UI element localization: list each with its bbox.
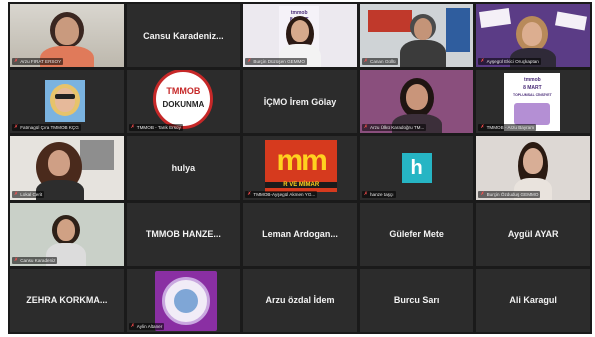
participant-display-name: Ali Karagul [509, 295, 557, 306]
participant-name-label: ✗ TMMOB-Ayşegül Akmen YG... [245, 190, 318, 198]
muted-mic-icon: ✗ [14, 256, 19, 263]
organization-seal-icon [154, 270, 217, 331]
participant-tile-gulefer-mete[interactable]: Gülefer Mete [359, 202, 474, 266]
participant-tile-fatmagul-cira[interactable]: ✗ Fatmagül Çıra TMMOB KÇG [10, 70, 124, 134]
muted-mic-icon: ✗ [480, 124, 485, 131]
tmmob-logo-icon: TMMOB DOKUNMA [153, 70, 214, 130]
poster-text: tmmob [524, 77, 541, 84]
participant-tile-burcu-sari[interactable]: Burcu Sarı [359, 268, 474, 332]
participant-display-name: Burcu Sarı [393, 295, 440, 306]
zoom-gallery-window: ✗ Arzu FIRAT ERSOY Cansu Karadeniz... tmm… [0, 0, 595, 337]
participant-tile-leman-ardogan[interactable]: Leman Ardogan... [243, 202, 357, 266]
muted-mic-icon: ✗ [130, 124, 135, 131]
participant-tile-icmo-irem-golay[interactable]: İÇMO İrem Gölay [243, 70, 357, 134]
participant-tile-zehra-korkmaz[interactable]: ZEHRA KORKMA... [10, 268, 124, 332]
muted-mic-icon: ✗ [480, 58, 485, 65]
muted-mic-icon: ✗ [14, 190, 19, 197]
participant-tile-cansu-karadeniz[interactable]: Cansu Karadeniz... [126, 4, 241, 68]
muted-mic-icon: ✗ [363, 58, 368, 65]
participant-display-name: hulya [171, 162, 196, 173]
banner-text: R VE MİMAR [265, 182, 338, 189]
participant-name-label: ✗ Arzu FIRAT ERSOY [12, 58, 64, 66]
muted-mic-icon: ✗ [130, 323, 135, 329]
participant-tile-tmmob-hanze[interactable]: TMMOB HANZE... [126, 202, 241, 266]
participant-name-label: ✗ TMMOB - Arzu Bayram [478, 124, 537, 132]
muted-mic-icon: ✗ [247, 58, 252, 65]
banner-text: mm [276, 144, 328, 178]
participant-name-label: ✗ Burçin Düzüşen GEMMO [245, 58, 307, 66]
participant-name-label: ✗ Cansu Karadeniz [12, 256, 58, 264]
participant-name-label: ✗ Arzu Ülkü Karadoğru TM... [361, 124, 427, 132]
muted-mic-icon: ✗ [14, 124, 19, 131]
participant-name-label: ✗ Canan Güllü [361, 58, 398, 66]
participant-display-name: ZEHRA KORKMA... [26, 295, 108, 306]
muted-mic-icon: ✗ [480, 190, 485, 197]
participant-name-label: ✗ Aylin Altaner [128, 323, 165, 330]
participant-display-name: Gülefer Mete [389, 229, 444, 240]
muted-mic-icon: ✗ [363, 190, 368, 197]
muted-mic-icon: ✗ [363, 124, 368, 131]
participant-display-name: Arzu özdal İdem [265, 295, 335, 306]
profile-initial-badge: h [401, 152, 432, 183]
participant-display-name: Cansu Karadeniz... [143, 30, 224, 41]
participant-name-label: ✗ Lokal Cerit [12, 190, 45, 198]
participant-tile-cansu-karadeniz-video[interactable]: ✗ Cansu Karadeniz [10, 202, 124, 266]
muted-mic-icon: ✗ [14, 58, 19, 65]
participant-tile-arzu-firat-ersoy[interactable]: ✗ Arzu FIRAT ERSOY [10, 4, 124, 68]
participant-tile-active-speaker[interactable]: tmmob 8 MART ✗Burçin Düzüşen GEMMO [243, 4, 357, 68]
participant-tile-lokal-cerit[interactable]: ✗ Lokal Cerit [10, 136, 124, 200]
poster-text: 8 MART [523, 85, 542, 92]
participant-tile-aylin-altaner[interactable]: ✗ Aylin Altaner [126, 268, 241, 332]
participant-name-label: ✗ Ayşegül Ekici Oruçkaptan [478, 58, 541, 66]
participant-display-name: İÇMO İrem Gölay [263, 96, 337, 107]
participant-tile-ali-karagul[interactable]: Ali Karagul [476, 268, 590, 332]
muted-mic-icon: ✗ [247, 190, 252, 197]
participant-tile-tmmob-poster[interactable]: tmmob 8 MART TOPLUMSAL CİNSİYET ✗ TMMOB -… [476, 70, 590, 134]
participant-tile-arzu-ulku[interactable]: ✗ Arzu Ülkü Karadoğru TM... [359, 70, 474, 134]
participant-tile-hanze-tasci[interactable]: h ✗ hanze taşçı [359, 136, 474, 200]
participant-tile-canan-gullu[interactable]: ✗ Canan Güllü [359, 4, 474, 68]
participant-tile-hulya[interactable]: hulya [126, 136, 241, 200]
participant-gallery-grid: ✗ Arzu FIRAT ERSOY Cansu Karadeniz... tmm… [8, 2, 592, 334]
participant-tile-aygul-ayar[interactable]: Aygül AYAR [476, 202, 590, 266]
participant-display-name: Aygül AYAR [507, 229, 559, 240]
participant-tile-tmmob-logo[interactable]: TMMOB DOKUNMA ✗ TMMOB - Tarık Ersoy [126, 70, 241, 134]
poster-text: TOPLUMSAL CİNSİYET [513, 93, 552, 98]
participant-tile-aysegul-ekici[interactable]: ✗ Ayşegül Ekici Oruçkaptan [476, 4, 590, 68]
participant-tile-arzu-ozdal-idem[interactable]: Arzu özdal İdem [243, 268, 357, 332]
participant-name-label: ✗ TMMOB - Tarık Ersoy [128, 124, 183, 132]
participant-tile-burcin-ozdudus[interactable]: ✗ Burçin Özduduş GEMMO [476, 136, 590, 200]
participant-display-name: TMMOB HANZE... [145, 229, 221, 240]
participant-name-label: ✗ Burçin Özduduş GEMMO [478, 190, 541, 198]
participant-name-label: ✗ Fatmagül Çıra TMMOB KÇG [12, 124, 81, 132]
participant-name-label: ✗ hanze taşçı [361, 190, 396, 198]
participant-tile-tmmob-banner[interactable]: mm R VE MİMAR ✗ TMMOB-Ayşegül Akmen YG... [243, 136, 357, 200]
participant-display-name: Leman Ardogan... [262, 229, 338, 240]
